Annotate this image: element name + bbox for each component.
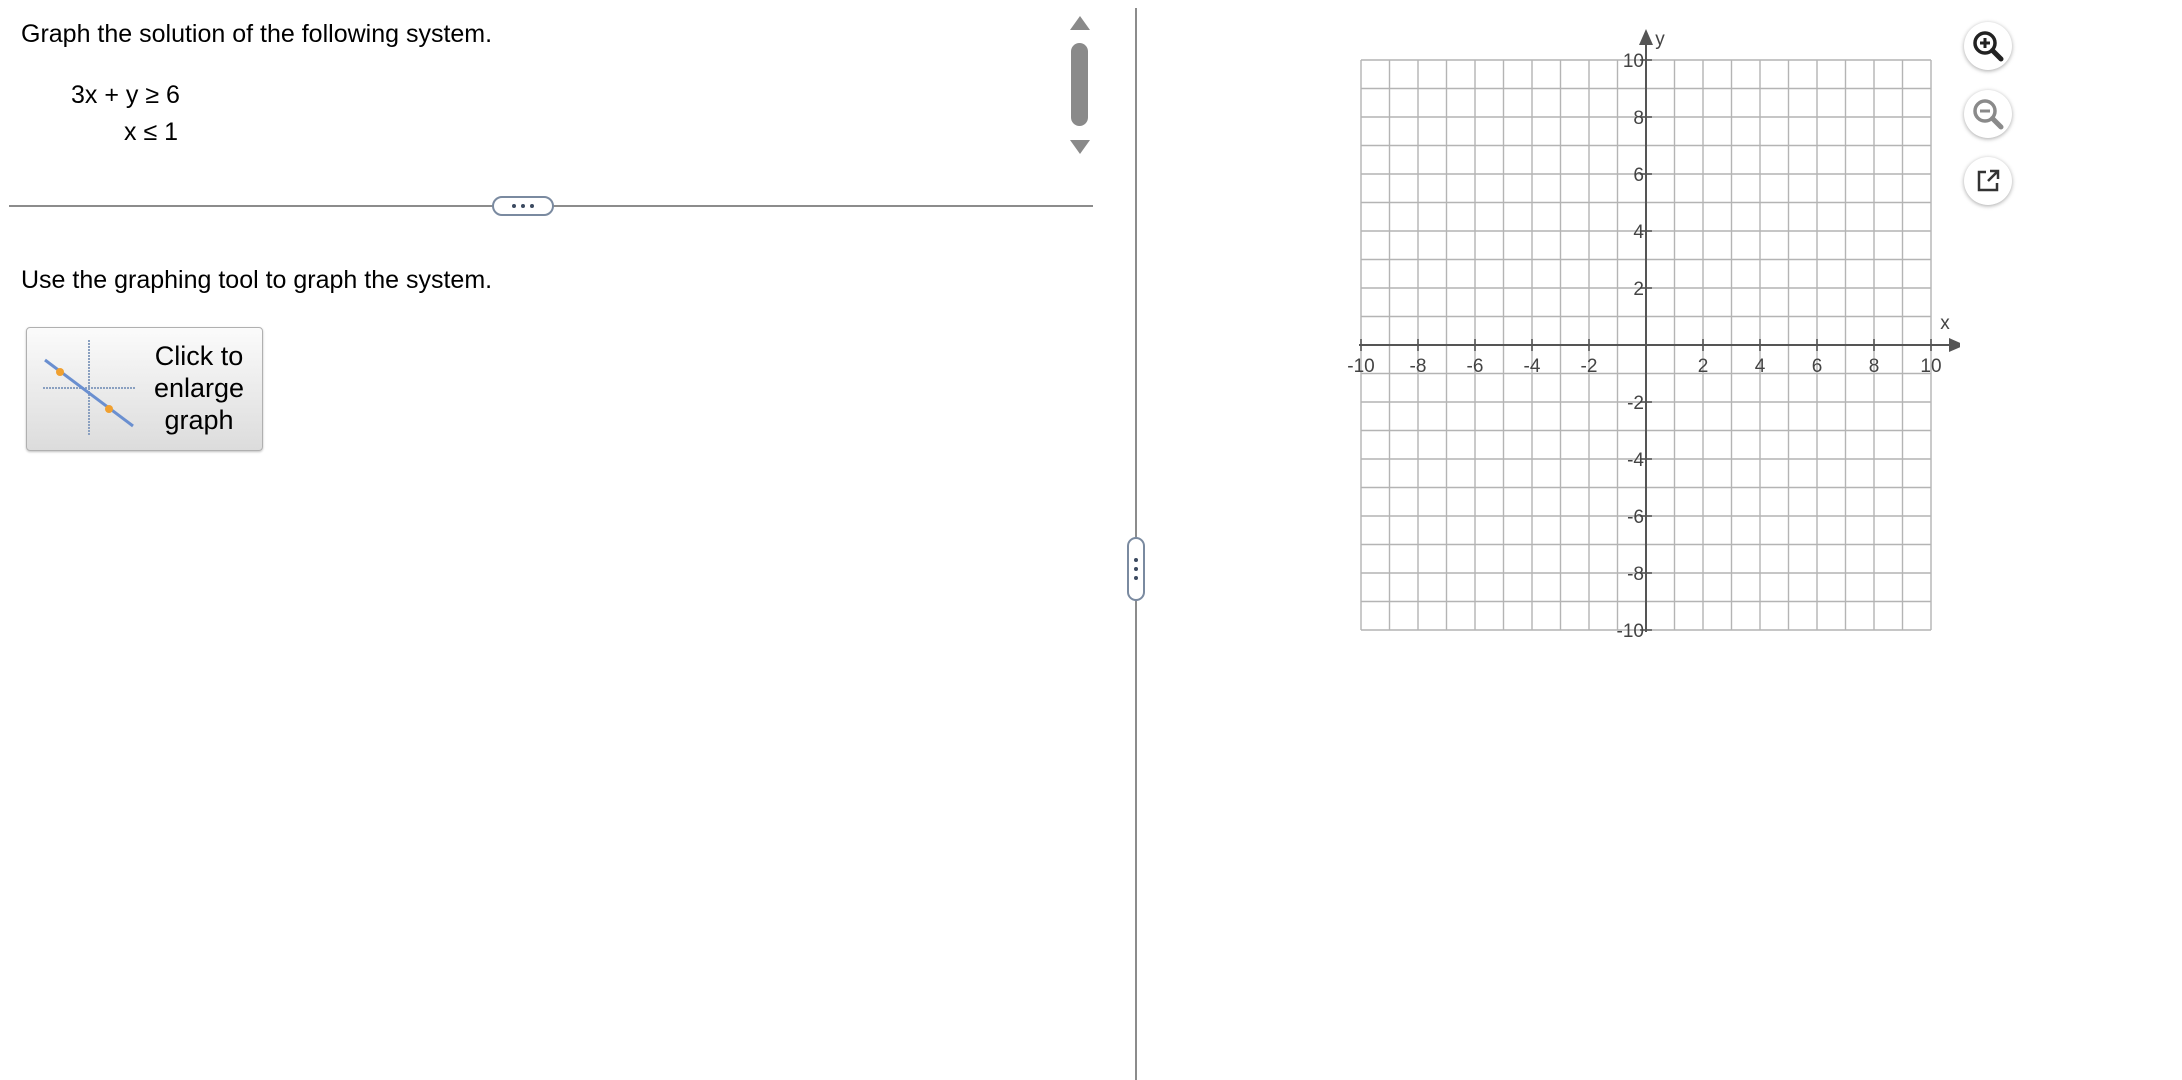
x-tick-label: 10 (1920, 356, 1941, 377)
scroll-down-arrow[interactable] (1070, 140, 1090, 154)
scroll-up-arrow[interactable] (1070, 16, 1090, 30)
enlarge-label-line-1: Click to (154, 341, 244, 371)
x-tick-label: -8 (1410, 356, 1427, 377)
y-axis-arrow (1639, 29, 1653, 45)
y-tick-label: -6 (1627, 507, 1644, 528)
expand-handle[interactable] (492, 196, 554, 216)
enlarge-graph-button[interactable]: Click to enlarge graph (26, 327, 263, 451)
grip-dot (521, 204, 525, 208)
y-tick-label: -8 (1627, 564, 1644, 585)
zoom-in-button[interactable] (1964, 22, 2012, 70)
y-tick-label: 4 (1633, 222, 1644, 243)
zoom-in-icon (1973, 31, 2004, 62)
grip-dot (530, 204, 534, 208)
inequality-1: 3x + y ≥ 6 (71, 81, 180, 109)
x-tick-label: -4 (1524, 356, 1541, 377)
y-axis-label: y (1655, 29, 1665, 50)
x-tick-label: 2 (1698, 356, 1709, 377)
pane-resize-handle[interactable] (1127, 537, 1145, 601)
question-pane: Graph the solution of the following syst… (0, 0, 1135, 1080)
grip-dot (1134, 567, 1138, 571)
y-tick-label: 6 (1633, 165, 1644, 186)
grip-dot (1134, 558, 1138, 562)
scrollbar-thumb[interactable] (1071, 43, 1088, 126)
question-prompt: Graph the solution of the following syst… (21, 20, 493, 48)
x-tick-label: -6 (1467, 356, 1484, 377)
x-tick-label: 6 (1812, 356, 1823, 377)
tick-labels: -10 -8 -6 -4 -2 2 4 6 8 10 10 8 6 4 2 -2 -4 -6 -8 -10 x y (1347, 29, 1950, 642)
enlarge-label-line-2: enlarge (153, 373, 245, 403)
graph-thumbnail-icon (43, 340, 135, 436)
x-axis-arrow (1949, 338, 1960, 352)
grip-dot (512, 204, 516, 208)
axes (1359, 29, 1960, 632)
enlarge-label-line-3: graph (164, 405, 234, 435)
y-tick-label: 10 (1623, 51, 1644, 72)
inequality-2: x ≤ 1 (124, 118, 179, 146)
zoom-out-icon (1973, 99, 2004, 130)
x-axis-label: x (1940, 313, 1950, 334)
y-tick-label: -10 (1617, 621, 1644, 642)
y-tick-label: 2 (1633, 279, 1644, 300)
zoom-out-button[interactable] (1964, 90, 2012, 138)
popout-button[interactable] (1964, 157, 2012, 205)
y-tick-label: -2 (1627, 393, 1644, 414)
instruction-text: Use the graphing tool to graph the syste… (21, 266, 493, 294)
enlarge-graph-label: Click to enlarge graph (141, 340, 257, 436)
x-tick-label: -10 (1347, 356, 1374, 377)
coordinate-graph[interactable]: -10 -8 -6 -4 -2 2 4 6 8 10 10 8 6 4 2 -2 -4 -6 -8 -10 x y (1320, 20, 1960, 650)
y-tick-label: -4 (1627, 450, 1644, 471)
popout-icon (1977, 169, 2000, 192)
x-tick-label: 4 (1755, 356, 1766, 377)
x-tick-label: 8 (1869, 356, 1880, 377)
y-tick-label: 8 (1633, 108, 1644, 129)
x-tick-label: -2 (1581, 356, 1598, 377)
grip-dot (1134, 576, 1138, 580)
